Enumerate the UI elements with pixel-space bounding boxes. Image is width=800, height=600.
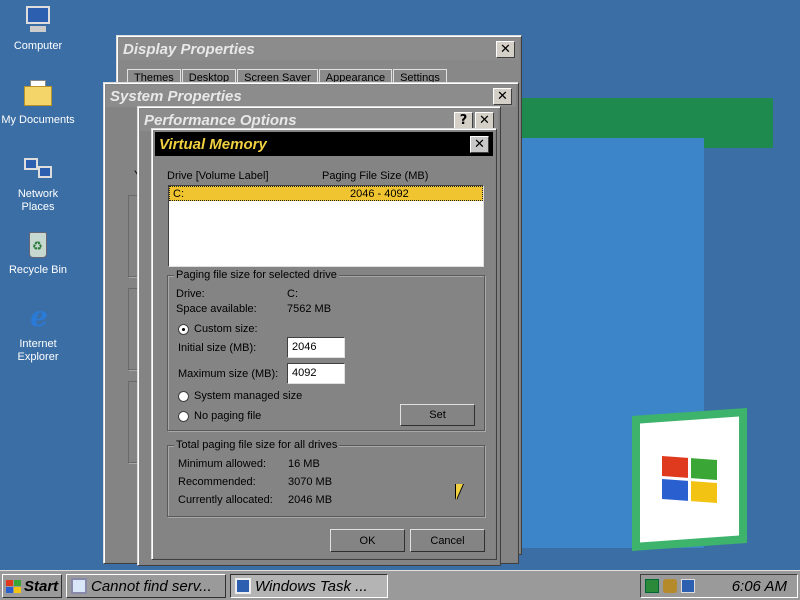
initial-size-label: Initial size (MB):	[178, 342, 257, 354]
close-button[interactable]: ✕	[496, 40, 515, 58]
window-title: Display Properties	[123, 40, 255, 58]
computer-icon	[235, 578, 251, 594]
column-header-drive: Drive [Volume Label]	[167, 170, 269, 182]
window-title: System Properties	[110, 87, 242, 105]
recommended-value: 3070 MB	[288, 476, 333, 488]
clock[interactable]: 6:06 AM	[732, 578, 787, 595]
desktop-icon-label: Recycle Bin	[8, 264, 68, 276]
minimum-allowed-label: Minimum allowed:	[178, 458, 267, 470]
desktop-icon-label: My Documents	[1, 114, 75, 126]
help-icon: ?	[459, 112, 468, 128]
group-title: Total paging file size for all drives	[174, 439, 340, 451]
close-icon: ✕	[474, 136, 485, 152]
currently-allocated-label: Currently allocated:	[178, 494, 273, 506]
group-title: Paging file size for selected drive	[174, 269, 339, 281]
desktop-icon-label: Internet Explorer	[17, 338, 59, 363]
taskbar-button-label: Cannot find serv...	[91, 577, 212, 595]
network-tray-icon[interactable]	[663, 579, 677, 593]
desktop-icon-label: Computer	[13, 40, 63, 52]
start-label: Start	[24, 577, 59, 595]
system-tray: 6:06 AM	[640, 574, 798, 598]
no-paging-label: No paging file	[194, 410, 262, 422]
close-icon: ✕	[500, 41, 511, 57]
recycle-bin-icon: ♻	[22, 228, 54, 260]
network-icon	[22, 152, 54, 184]
system-managed-label: System managed size	[194, 390, 303, 402]
space-available-value: 7562 MB	[287, 303, 332, 315]
taskbar-button-label: Windows Task ...	[255, 577, 368, 595]
volume-tray-icon[interactable]	[681, 579, 695, 593]
ok-button[interactable]: OK	[330, 529, 405, 552]
drive-cell: C:	[173, 187, 184, 200]
desktop-icon-internet-explorer[interactable]: e Internet Explorer	[0, 302, 76, 364]
close-button[interactable]: ✕	[470, 135, 489, 153]
drive-label: Drive:	[176, 288, 205, 300]
task-manager-tray-icon[interactable]	[645, 579, 659, 593]
close-icon: ✕	[497, 88, 508, 104]
desktop-icon-recycle-bin[interactable]: ♻ Recycle Bin	[0, 228, 76, 277]
total-paging-group: Total paging file size for all drives Mi…	[167, 439, 485, 517]
close-button[interactable]: ✕	[493, 87, 512, 105]
desktop-icon-my-documents[interactable]: My Documents	[0, 78, 76, 127]
custom-size-radio[interactable]	[178, 324, 189, 335]
recommended-label: Recommended:	[178, 476, 256, 488]
column-header-paging-size: Paging File Size (MB)	[322, 170, 429, 182]
maximum-size-input[interactable]: 4092	[287, 363, 345, 384]
selected-drive-group: Paging file size for selected drive Driv…	[167, 269, 485, 431]
custom-size-label: Custom size:	[194, 323, 258, 335]
desktop-icon-computer[interactable]: Computer	[0, 4, 76, 53]
windows-flag-icon	[662, 456, 717, 503]
help-button[interactable]: ?	[454, 111, 473, 129]
maximum-size-label: Maximum size (MB):	[178, 368, 279, 380]
start-button[interactable]: Start	[2, 574, 62, 598]
virtual-memory-window: Virtual Memory ✕ Drive [Volume Label] Pa…	[151, 128, 497, 560]
system-properties-titlebar[interactable]: System Properties ✕	[106, 85, 516, 107]
close-button[interactable]: ✕	[475, 111, 494, 129]
virtual-memory-titlebar[interactable]: Virtual Memory ✕	[155, 132, 493, 156]
taskbar-button-cannot-find-server[interactable]: Cannot find serv...	[66, 574, 226, 598]
size-cell: 2046 - 4092	[350, 187, 409, 200]
desktop-icon-label: Network Places	[17, 188, 59, 213]
drive-value: C:	[287, 288, 298, 300]
computer-icon	[22, 4, 54, 36]
system-managed-radio[interactable]	[178, 391, 189, 402]
browser-page-icon	[71, 578, 87, 594]
set-button[interactable]: Set	[400, 404, 475, 426]
windows-logo-wallpaper	[632, 407, 747, 552]
taskbar-button-windows-task[interactable]: Windows Task ...	[230, 574, 388, 598]
drive-list[interactable]: C: 2046 - 4092	[168, 185, 484, 267]
no-paging-radio[interactable]	[178, 411, 189, 422]
list-item[interactable]: C: 2046 - 4092	[169, 186, 483, 201]
space-available-label: Space available:	[176, 303, 257, 315]
taskbar: Start Cannot find serv... Windows Task .…	[0, 570, 800, 600]
window-title: Virtual Memory	[159, 135, 267, 153]
display-properties-titlebar[interactable]: Display Properties ✕	[119, 38, 519, 60]
initial-size-input[interactable]: 2046	[287, 337, 345, 358]
desktop-icon-network-places[interactable]: Network Places	[0, 152, 76, 214]
minimum-allowed-value: 16 MB	[288, 458, 320, 470]
currently-allocated-value: 2046 MB	[288, 494, 333, 506]
cancel-button[interactable]: Cancel	[410, 529, 485, 552]
windows-flag-icon	[6, 579, 21, 593]
documents-icon	[22, 78, 54, 110]
close-icon: ✕	[479, 112, 490, 128]
window-title: Performance Options	[144, 111, 297, 129]
internet-explorer-icon: e	[30, 300, 48, 333]
mouse-pointer-icon	[456, 484, 463, 500]
